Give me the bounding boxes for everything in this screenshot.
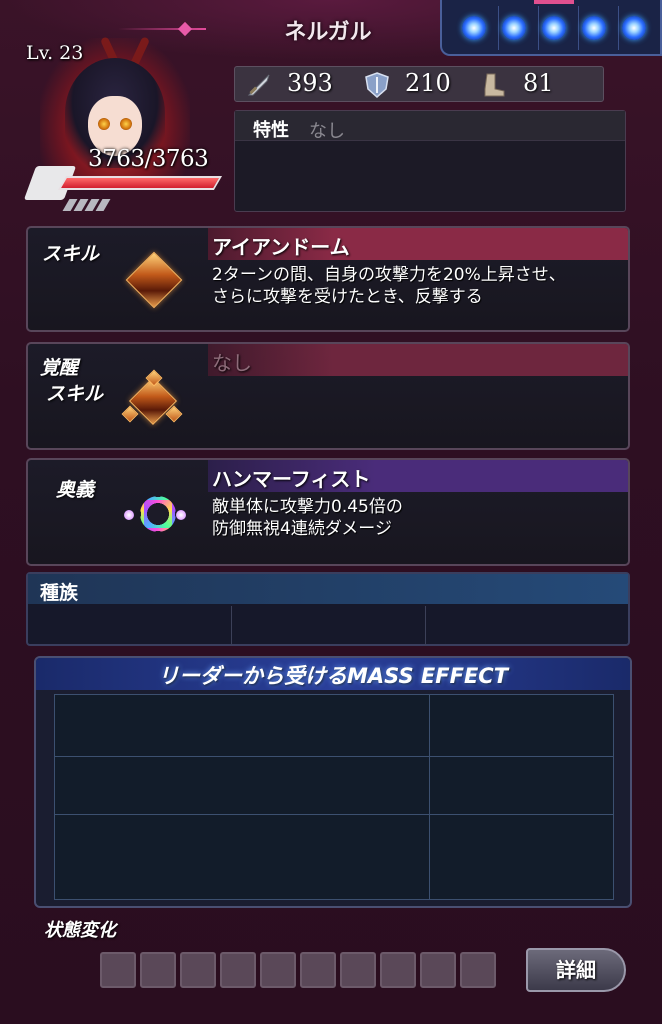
- mass-effect-panel: リーダーから受けるMASS EFFECT: [34, 656, 632, 908]
- status-slot: [420, 952, 456, 988]
- awakening-header: [208, 344, 628, 376]
- status-slot: [100, 952, 136, 988]
- slot-divider: [618, 6, 619, 50]
- status-slot: [260, 952, 296, 988]
- species-slot-1: [28, 606, 232, 646]
- status-slot: [180, 952, 216, 988]
- slot-dot-3[interactable]: [542, 16, 566, 40]
- status-slot: [140, 952, 176, 988]
- slot-dot-2[interactable]: [502, 16, 526, 40]
- mass-effect-row: [55, 815, 613, 899]
- skill-description: 2ターンの間、自身の攻撃力を20%上昇させ、 さらに攻撃を受けたとき、反撃する: [212, 265, 566, 307]
- status-slot: [300, 952, 336, 988]
- level-label: Lv. 23: [26, 42, 84, 64]
- sword-icon: [247, 74, 270, 96]
- awakening-label-line2: スキル: [46, 383, 104, 405]
- trait-header: [235, 111, 625, 141]
- skill-name: アイアンドーム: [212, 235, 350, 259]
- shield-icon: [365, 72, 389, 99]
- species-slot-3: [426, 606, 628, 646]
- status-label: 状態変化: [44, 920, 116, 941]
- slot-dot-4[interactable]: [582, 16, 606, 40]
- skill-gem-icon: [125, 251, 183, 309]
- boot-icon: [484, 73, 505, 97]
- mass-effect-title: リーダーから受けるMASS EFFECT: [157, 664, 509, 688]
- awakening-skill-panel[interactable]: 覚醒 スキル なし: [26, 342, 630, 450]
- slot-dot-5[interactable]: [622, 16, 646, 40]
- character-name: ネルガル: [284, 20, 372, 45]
- mass-effect-row: [55, 695, 613, 757]
- mass-effect-grid: [54, 694, 614, 900]
- hp-value: 3763/3763: [88, 146, 209, 172]
- slot-indicator-panel: [440, 0, 662, 56]
- ougi-label: 奥義: [56, 479, 95, 501]
- species-header: [28, 574, 628, 604]
- hp-bar: [57, 176, 223, 190]
- mass-effect-row: [55, 757, 613, 815]
- ougi-description: 敵単体に攻撃力0.45倍の 防御無視4連続ダメージ: [212, 497, 403, 539]
- species-slot-2: [232, 606, 426, 646]
- trait-value: なし: [309, 121, 345, 142]
- awakening-name: なし: [212, 351, 252, 375]
- species-label: 種族: [40, 582, 79, 604]
- orb-icon: [140, 496, 176, 532]
- trait-label: 特性: [253, 120, 289, 141]
- attack-value: 393: [287, 69, 333, 97]
- detail-button[interactable]: 詳細: [526, 948, 626, 992]
- orb-ball-icon: [176, 510, 186, 520]
- stats-bar: 393 210 81: [234, 66, 604, 102]
- ougi-name: ハンマーフィスト: [212, 467, 371, 491]
- species-panel: 種族: [26, 572, 630, 646]
- speed-value: 81: [523, 69, 554, 97]
- slot-divider: [498, 6, 499, 50]
- character-detail-screen: ネルガル Lv. 23 3763/3763 393 210 81 特性 なし ス…: [0, 0, 662, 1024]
- eye-right: [120, 118, 132, 130]
- status-slot: [220, 952, 256, 988]
- status-slot: [460, 952, 496, 988]
- eye-left: [98, 118, 110, 130]
- awakening-label-line1: 覚醒: [40, 357, 79, 379]
- title-ornament-line: [118, 28, 206, 30]
- status-slot: [340, 952, 376, 988]
- orb-ball-icon: [124, 510, 134, 520]
- hp-bar-fill: [61, 178, 219, 188]
- ougi-panel[interactable]: 奥義 ハンマーフィスト 敵単体に攻撃力0.45倍の 防御無視4連続ダメージ: [26, 458, 630, 566]
- mass-effect-divider: [429, 695, 430, 899]
- slot-dot-1[interactable]: [462, 16, 486, 40]
- status-slot: [380, 952, 416, 988]
- defense-value: 210: [405, 69, 451, 97]
- skill-panel[interactable]: スキル アイアンドーム 2ターンの間、自身の攻撃力を20%上昇させ、 さらに攻撃…: [26, 226, 630, 332]
- hp-stripes: [62, 196, 118, 211]
- trait-panel: 特性 なし: [234, 110, 626, 212]
- active-slot-marker: [534, 0, 574, 4]
- slot-divider: [538, 6, 539, 50]
- slot-divider: [578, 6, 579, 50]
- skill-label: スキル: [42, 243, 100, 265]
